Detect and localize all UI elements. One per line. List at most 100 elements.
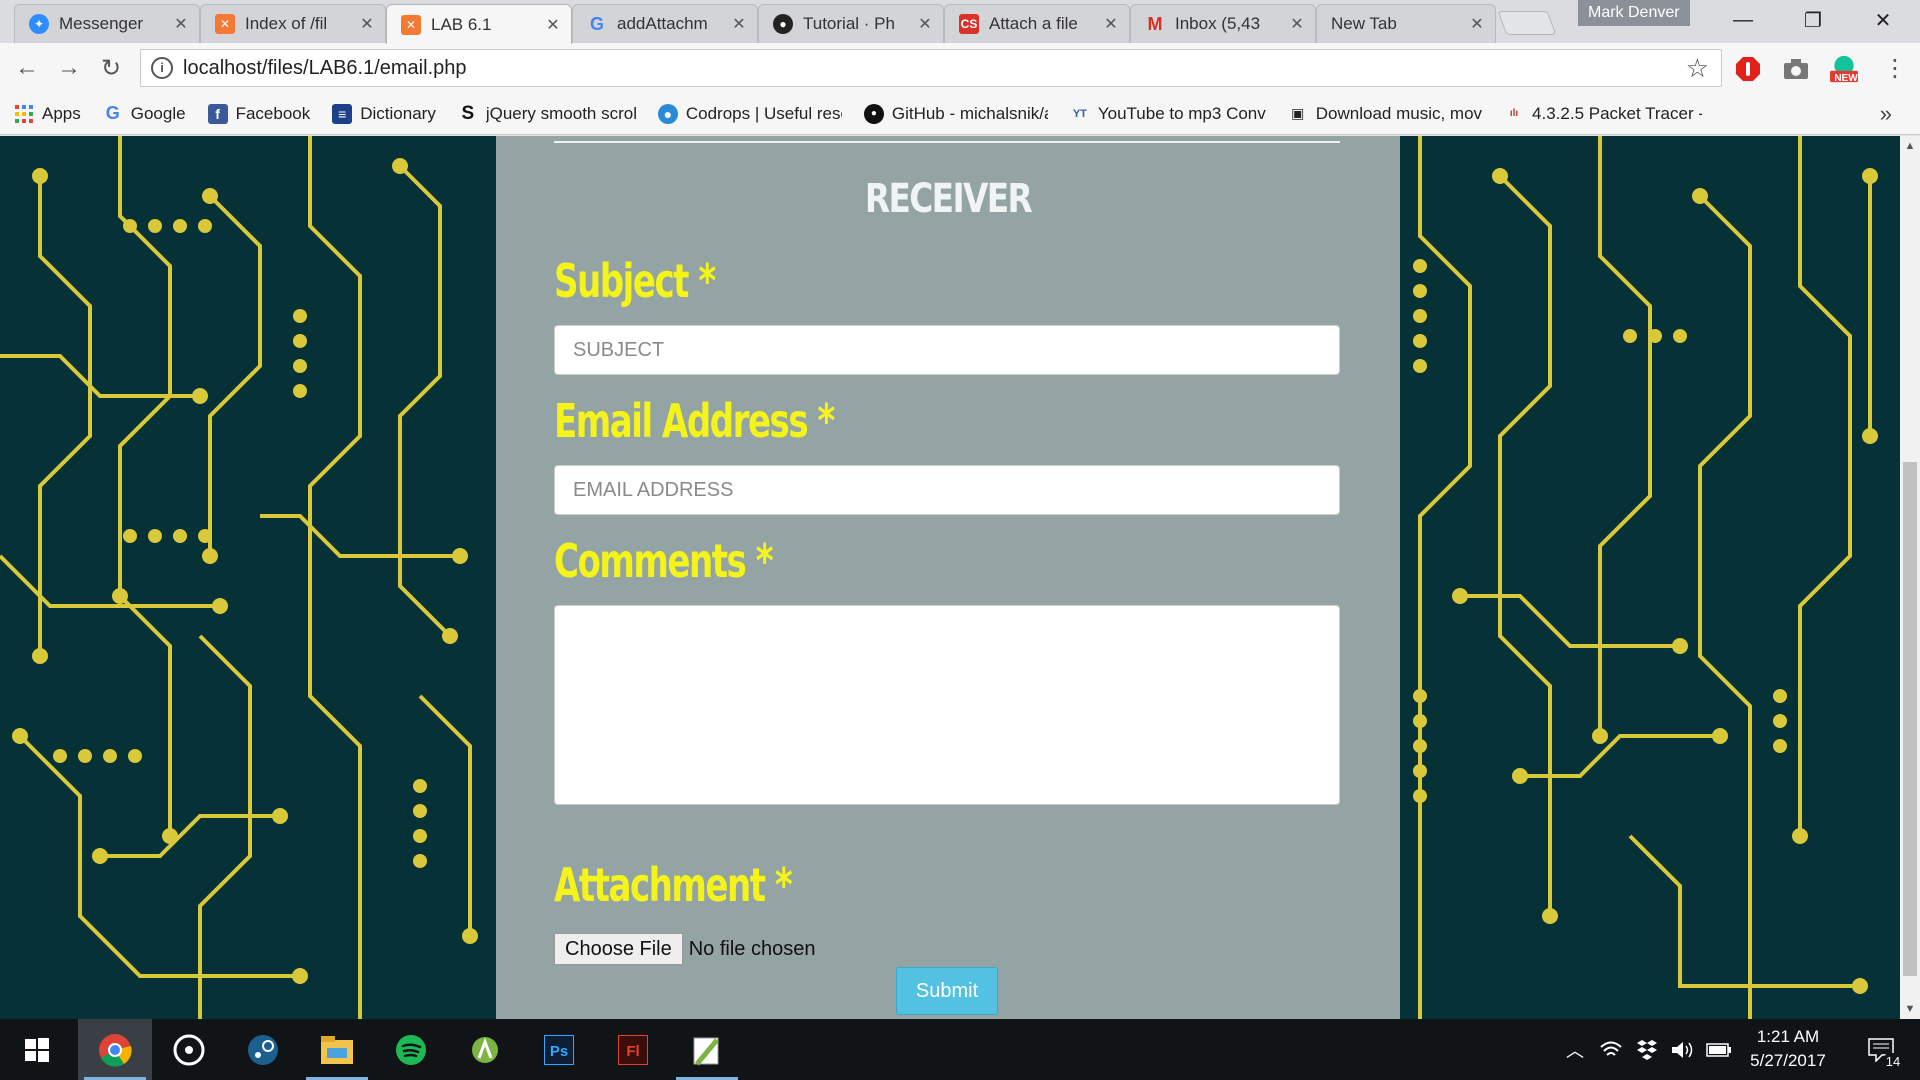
adblock-extension-icon[interactable] [1734, 55, 1762, 83]
svg-text:Ps: Ps [550, 1043, 568, 1060]
bookmark-label: Facebook [235, 103, 311, 123]
camera-extension-icon[interactable] [1782, 55, 1810, 83]
file-status-text: No file chosen [688, 937, 816, 960]
browser-toolbar: ← → ↻ i localhost/files/LAB6.1/email.php… [0, 43, 1920, 93]
svg-text:Fl: Fl [626, 1043, 639, 1060]
bookmark-label: Apps [42, 103, 81, 123]
spotify-icon[interactable] [374, 1019, 448, 1080]
steam-icon[interactable] [226, 1019, 300, 1080]
bookmark-apps[interactable]: Apps [14, 104, 81, 124]
comments-label: Comments * [554, 534, 774, 588]
volume-icon[interactable] [1668, 1019, 1698, 1080]
tab-addattachment[interactable]: G addAttachm ✕ [572, 4, 758, 43]
notification-count-badge: 14 [1882, 1053, 1904, 1071]
bookmark-facebook[interactable]: f Facebook [207, 103, 311, 124]
info-icon[interactable]: i [151, 57, 173, 79]
bookmark-codrops[interactable]: ● Codrops | Useful reso [657, 103, 842, 124]
forward-button[interactable]: → [54, 53, 84, 83]
wifi-icon[interactable] [1596, 1019, 1626, 1080]
action-center-icon[interactable]: 14 [1856, 1019, 1906, 1080]
close-tab-icon[interactable]: ✕ [917, 14, 933, 34]
tab-tutorial[interactable]: ● Tutorial · Ph ✕ [758, 4, 944, 43]
tab-new-tab[interactable]: New Tab ✕ [1316, 4, 1496, 43]
bookmark-dictionary[interactable]: ≡ Dictionary [332, 103, 436, 124]
scroll-up-arrow-icon[interactable]: ▲ [1900, 136, 1920, 156]
bookmark-github[interactable]: ● GitHub - michalsnik/a [863, 103, 1048, 124]
bookmarks-bar: Apps G Google f Facebook ≡ Dictionary S … [0, 93, 1920, 135]
bookmark-label: Download music, mov [1315, 103, 1483, 123]
close-tab-icon[interactable]: ✕ [1289, 14, 1305, 34]
github-icon: ● [773, 14, 793, 34]
bookmark-label: 4.3.2.5 Packet Tracer - [1532, 103, 1703, 123]
close-tab-icon[interactable]: ✕ [1103, 14, 1119, 34]
system-clock[interactable]: 1:21 AM 5/27/2017 [1728, 1025, 1848, 1073]
bookmark-star-icon[interactable]: ☆ [1686, 53, 1709, 84]
url-text[interactable]: localhost/files/LAB6.1/email.php [183, 57, 1686, 80]
tab-attach-a-file[interactable]: CS Attach a file ✕ [944, 4, 1130, 43]
choose-file-button[interactable]: Choose File [554, 933, 683, 965]
tab-lab-6-1[interactable]: ✕ LAB 6.1 ✕ [386, 4, 572, 44]
flash-icon[interactable]: Fl [596, 1019, 670, 1080]
attachment-label: Attachment * [554, 858, 793, 912]
close-tab-icon[interactable]: ✕ [173, 14, 189, 34]
email-address-input[interactable] [554, 465, 1340, 515]
close-tab-icon[interactable]: ✕ [731, 14, 747, 34]
tab-label: Index of /fil [245, 14, 328, 33]
cs-icon: CS [959, 14, 979, 34]
tab-messenger[interactable]: ✦ Messenger ✕ [14, 4, 200, 43]
bookmark-label: Codrops | Useful reso [685, 103, 842, 123]
close-window-button[interactable]: ✕ [1850, 0, 1916, 40]
download-icon: ▣ [1291, 105, 1305, 121]
s-icon: S [461, 102, 475, 124]
page-scrollbar[interactable]: ▲ ▼ [1900, 136, 1920, 1019]
cisco-icon: ılı [1509, 108, 1519, 119]
windows-start-icon[interactable] [0, 1019, 74, 1080]
close-tab-icon[interactable]: ✕ [359, 14, 375, 34]
address-bar[interactable]: i localhost/files/LAB6.1/email.php ☆ [140, 49, 1722, 87]
xampp-icon: ✕ [401, 14, 421, 35]
reload-button[interactable]: ↻ [96, 53, 126, 83]
tab-inbox[interactable]: M Inbox (5,43 ✕ [1130, 4, 1316, 43]
file-explorer-icon[interactable] [300, 1019, 374, 1080]
chrome-icon[interactable] [78, 1019, 152, 1080]
dictionary-icon: ≡ [332, 103, 353, 124]
comments-textarea[interactable] [554, 605, 1340, 805]
scroll-down-arrow-icon[interactable]: ▼ [1900, 999, 1920, 1019]
profile-button[interactable]: Mark Denver [1578, 0, 1690, 26]
grammarly-extension-icon[interactable]: NEW [1830, 55, 1858, 84]
restore-button[interactable]: ❐ [1780, 0, 1846, 40]
facebook-icon: f [207, 103, 228, 124]
circuit-background-left [0, 136, 478, 1019]
notepad-plus-icon[interactable] [670, 1019, 744, 1080]
tab-label: addAttachm [617, 14, 708, 33]
subject-label: Subject * [554, 254, 716, 308]
new-tab-button[interactable] [1497, 11, 1557, 35]
back-button[interactable]: ← [12, 53, 42, 83]
close-tab-icon[interactable]: ✕ [545, 15, 561, 35]
google-icon: G [105, 103, 120, 123]
tab-label: New Tab [1331, 14, 1397, 33]
bookmark-google[interactable]: G Google [103, 103, 186, 124]
scrollbar-thumb[interactable] [1903, 462, 1917, 976]
show-hidden-icons-icon[interactable]: ︿ [1562, 1019, 1588, 1080]
bookmark-youtube-mp3[interactable]: YT YouTube to mp3 Conv [1070, 104, 1266, 124]
close-tab-icon[interactable]: ✕ [1469, 14, 1485, 34]
menu-kebab-icon[interactable]: ⋮ [1880, 53, 1910, 83]
subject-input[interactable] [554, 325, 1340, 375]
android-studio-icon[interactable] [448, 1019, 522, 1080]
dropbox-icon[interactable] [1632, 1019, 1662, 1080]
tab-index-of[interactable]: ✕ Index of /fil ✕ [200, 4, 386, 43]
bookmark-packet-tracer[interactable]: ılı 4.3.2.5 Packet Tracer - [1504, 104, 1702, 124]
submit-button[interactable]: Submit [896, 967, 998, 1015]
bookmark-jquery-smooth[interactable]: S jQuery smooth scrolli [458, 102, 636, 124]
minimize-button[interactable]: — [1710, 0, 1776, 40]
email-form-panel: RECEIVER Subject * Email Address * Comme… [496, 136, 1400, 1019]
more-bookmarks-icon[interactable]: » [1880, 101, 1892, 127]
bookmark-download-music[interactable]: ▣ Download music, mov [1288, 104, 1482, 124]
tab-label: Messenger [59, 14, 144, 33]
groove-icon[interactable] [152, 1019, 226, 1080]
codrops-icon: ● [657, 103, 678, 124]
photoshop-icon[interactable]: Ps [522, 1019, 596, 1080]
xampp-icon: ✕ [215, 14, 235, 34]
messenger-icon: ✦ [29, 14, 49, 34]
